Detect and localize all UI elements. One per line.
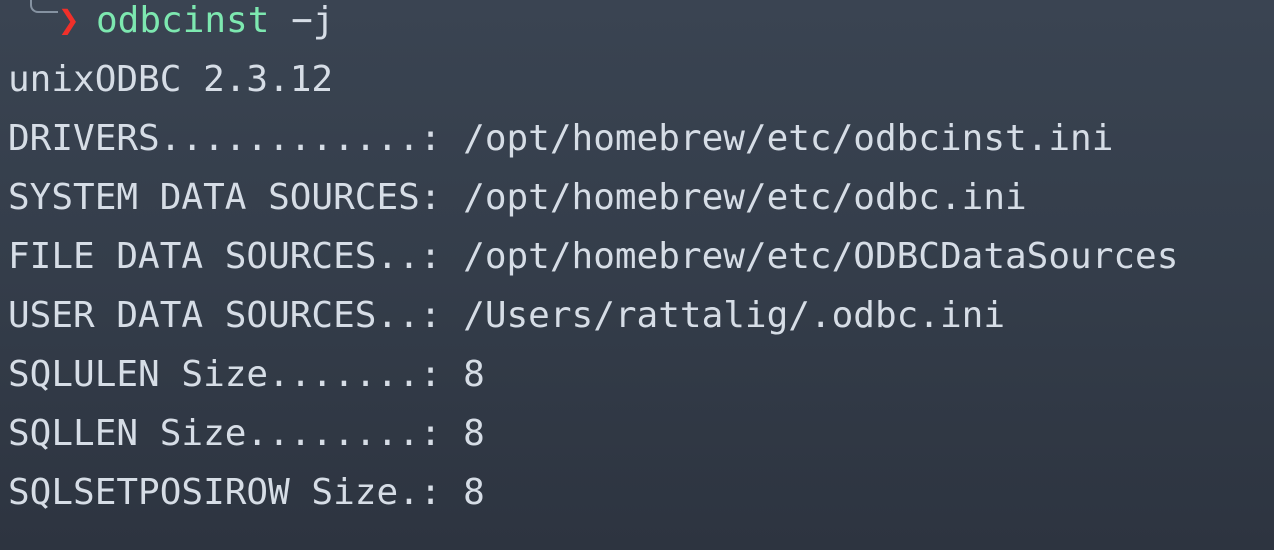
prompt-line: ❯ odbcinst −j [8, 0, 334, 45]
output-line-sqllen-size: SQLLEN Size........: 8 [8, 413, 485, 454]
prompt-arrow-icon: ❯ [58, 0, 80, 41]
output-line-file-data-sources: FILE DATA SOURCES..: /opt/homebrew/etc/O… [8, 236, 1179, 277]
output-line-sqlsetposirow-size: SQLSETPOSIROW Size.: 8 [8, 472, 485, 513]
output-line-drivers: DRIVERS............: /opt/homebrew/etc/o… [8, 118, 1114, 159]
output-line-user-data-sources: USER DATA SOURCES..: /Users/rattalig/.od… [8, 295, 1005, 336]
command-text: odbcinst −j [96, 0, 334, 45]
command-name: odbcinst [96, 0, 270, 41]
output-version: unixODBC 2.3.12 [8, 59, 334, 100]
output-line-system-data-sources: SYSTEM DATA SOURCES: /opt/homebrew/etc/o… [8, 177, 1027, 218]
prompt-connector-icon [30, 0, 58, 13]
terminal-window[interactable]: ❯ odbcinst −j unixODBC 2.3.12 DRIVERS...… [8, 0, 1274, 550]
output-line-sqlulen-size: SQLULEN Size.......: 8 [8, 354, 485, 395]
command-args: −j [269, 0, 335, 41]
